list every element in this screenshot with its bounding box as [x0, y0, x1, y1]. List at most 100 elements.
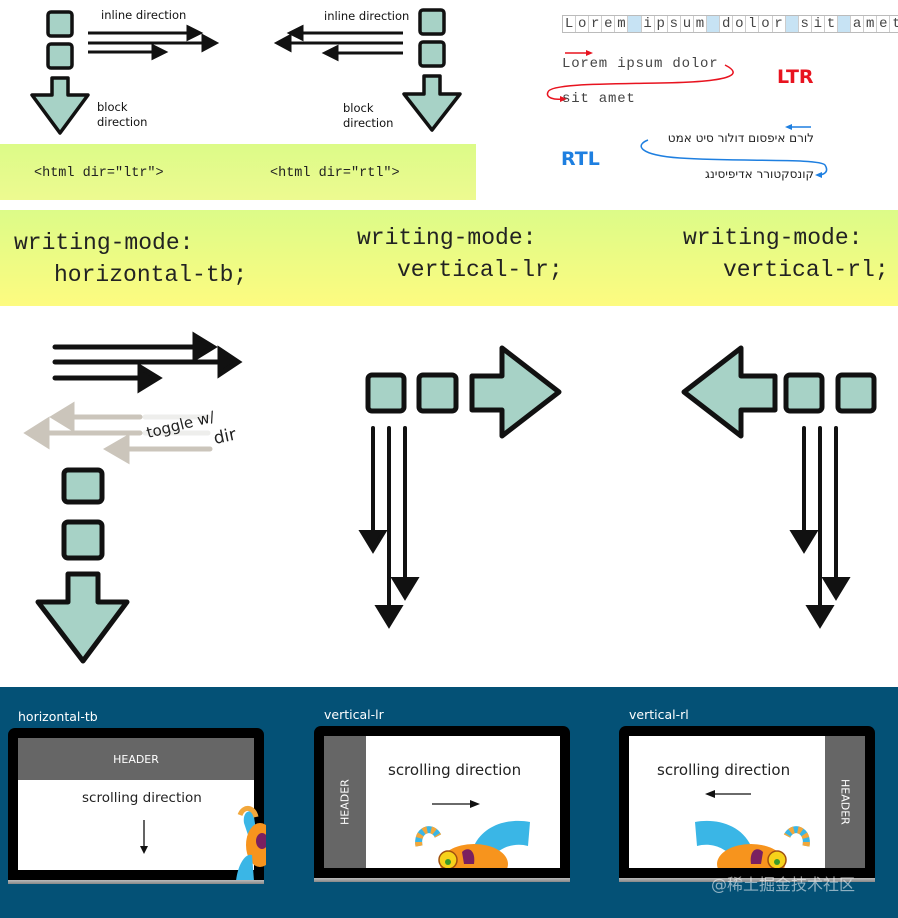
char-cell: i — [642, 16, 655, 32]
vrl-inline-arrows — [789, 426, 851, 629]
char-cell: r — [773, 16, 786, 32]
code-dir-ltr: <html dir="ltr"> — [34, 166, 164, 181]
rtl-block-arrow — [402, 74, 462, 132]
htb-box-2 — [61, 519, 105, 561]
wm-line2: horizontal-tb; — [54, 262, 248, 288]
toggle-label-dir: dir — [212, 425, 238, 449]
laptop-title-vertical-lr: vertical-lr — [324, 707, 384, 722]
monster-illustration — [415, 820, 530, 868]
char-cell: o — [759, 16, 773, 32]
htb-box-1 — [61, 467, 105, 505]
monster-illustration — [236, 806, 266, 881]
char-cell: t — [825, 16, 838, 32]
laptop-screen: HEADER scrolling direction — [18, 738, 254, 870]
watermark: @稀土掘金技术社区 — [711, 875, 856, 894]
char-cell: m — [864, 16, 878, 32]
wm-line2: vertical-lr; — [397, 257, 563, 283]
rtl-block-label-line2: direction — [343, 116, 394, 130]
laptop-title-horizontal-tb: horizontal-tb — [18, 709, 98, 724]
scroll-label: scrolling direction — [82, 790, 202, 806]
vlr-box-1 — [365, 372, 407, 414]
vrl-box-1 — [783, 372, 825, 414]
vlr-box-2 — [416, 372, 459, 414]
scroll-label: scrolling direction — [388, 761, 522, 779]
arrow-left-icon — [705, 790, 751, 798]
writing-mode-vertical-lr: writing-mode: vertical-lr; — [357, 222, 563, 286]
char-cell: i — [812, 16, 825, 32]
writing-mode-sketches: toggle w/ dir — [23, 331, 877, 664]
writing-mode-vertical-rl: writing-mode: vertical-rl; — [683, 222, 889, 286]
vrl-block-arrow — [681, 345, 778, 439]
ltr-block-box-2 — [46, 42, 74, 70]
ltr-inline-label: inline direction — [101, 8, 187, 22]
char-cell: d — [720, 16, 734, 32]
rtl-inline-arrows — [273, 24, 403, 62]
rtl-tag: RTL — [561, 148, 600, 170]
char-cell: o — [733, 16, 747, 32]
char-cell: l — [746, 16, 760, 32]
space-cell — [785, 16, 799, 32]
toggle-label: toggle w/ — [145, 407, 218, 442]
writing-mode-horizontal-tb: writing-mode: horizontal-tb; — [14, 227, 247, 291]
space-cell — [628, 16, 642, 32]
char-cell: s — [668, 16, 681, 32]
vlr-block-arrow — [469, 345, 562, 439]
laptop-screen: HEADER scrolling direction — [629, 736, 865, 868]
wm-line2: vertical-rl; — [723, 257, 889, 283]
char-cell: a — [851, 16, 865, 32]
wm-line1: writing-mode: — [14, 230, 194, 256]
laptop-vertical-lr: HEADER scrolling direction — [314, 726, 570, 878]
ltr-tag: LTR — [777, 66, 814, 88]
laptop-vertical-rl: HEADER scrolling direction — [619, 726, 875, 878]
laptop-base — [314, 878, 570, 882]
char-cell: u — [681, 16, 694, 32]
rtl-arrowhead-bottom — [815, 172, 822, 178]
vlr-inline-arrows — [358, 426, 420, 629]
char-cell: t — [892, 16, 898, 32]
wm-line1: writing-mode: — [357, 225, 537, 251]
char-cell: r — [589, 16, 603, 32]
rtl-block-box-2 — [418, 40, 446, 68]
rtl-text-line1: לורם איפסום דולור סיט אמט — [667, 131, 814, 145]
rtl-arrowhead-top — [785, 124, 792, 130]
space-cell — [837, 16, 852, 32]
ltr-block-arrow — [30, 76, 90, 135]
char-grid: Loremipsumdolorsitamet — [562, 15, 898, 33]
ltr-block-label-line2: direction — [97, 115, 148, 129]
rtl-block-box-1 — [418, 8, 446, 36]
char-cell: e — [602, 16, 616, 32]
char-cell: p — [655, 16, 668, 32]
char-cell: m — [615, 16, 629, 32]
char-cell: s — [799, 16, 812, 32]
laptop-horizontal-tb: HEADER scrolling direction — [8, 728, 266, 881]
monster-illustration — [695, 820, 810, 868]
header-bar: HEADER — [825, 736, 865, 868]
header-bar: HEADER — [324, 736, 366, 868]
space-cell — [707, 16, 721, 32]
htb-block-arrow — [35, 571, 130, 664]
rtl-block-label-line1: block — [343, 101, 374, 115]
char-cell: o — [576, 16, 590, 32]
char-cell: m — [694, 16, 708, 32]
laptop-base — [8, 880, 264, 884]
scroll-label: scrolling direction — [657, 761, 791, 779]
laptop-title-vertical-rl: vertical-rl — [629, 707, 689, 722]
htb-inline-arrows — [52, 331, 243, 394]
ltr-text-line1: Lorem ipsum dolor — [562, 56, 719, 72]
wm-line1: writing-mode: — [683, 225, 863, 251]
ltr-block-label-line1: block — [97, 100, 128, 114]
char-cell: L — [563, 16, 577, 32]
arrow-down-icon — [140, 820, 148, 854]
char-cell: e — [877, 16, 891, 32]
rtl-block-label: block direction — [343, 101, 393, 131]
vrl-box-2 — [835, 372, 877, 414]
arrow-right-icon — [432, 800, 480, 808]
ltr-block-box-1 — [46, 10, 74, 38]
header-bar: HEADER — [18, 738, 254, 780]
rtl-text-line2: קונסקטורר אדיפיסינג — [705, 167, 814, 181]
code-dir-rtl: <html dir="rtl"> — [270, 166, 400, 181]
ltr-text-line2: sit amet — [562, 91, 636, 107]
ltr-block-label: block direction — [97, 100, 147, 130]
ltr-inline-arrows — [88, 24, 220, 61]
rtl-inline-label: inline direction — [324, 9, 410, 23]
